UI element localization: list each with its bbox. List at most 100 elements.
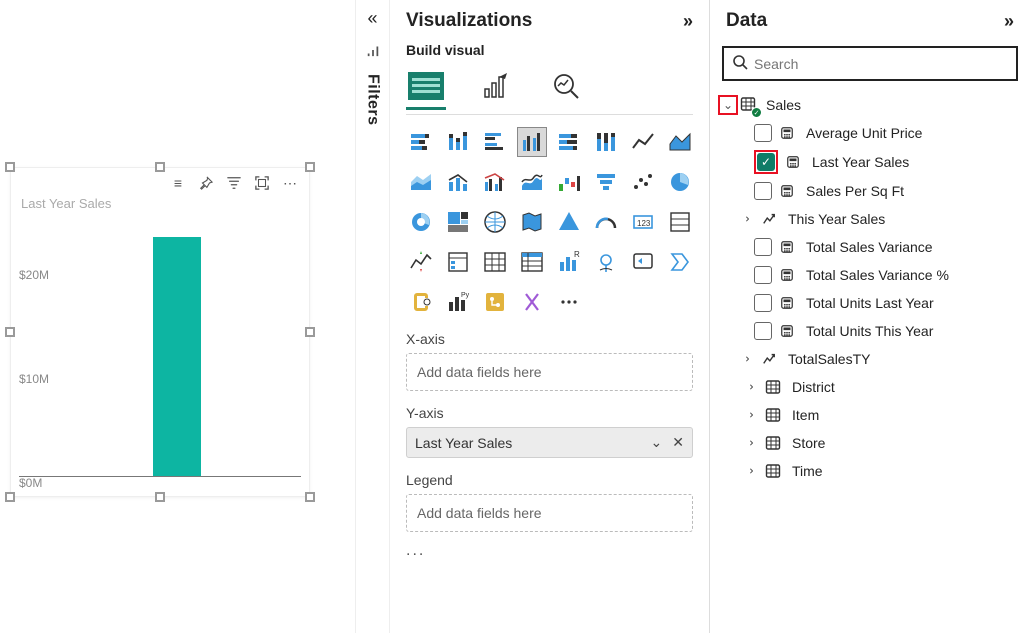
focus-icon[interactable] bbox=[253, 174, 271, 192]
table-row[interactable]: ⌄Store bbox=[718, 429, 1022, 457]
build-visual-tab[interactable] bbox=[406, 66, 446, 106]
visual-type-funnel[interactable] bbox=[591, 167, 621, 197]
chart-bar[interactable] bbox=[153, 237, 201, 476]
visual-type-arcgis[interactable] bbox=[591, 247, 621, 277]
chevron-down-icon[interactable]: ⌄ bbox=[651, 434, 663, 451]
visual-type-card[interactable]: 123 bbox=[628, 207, 658, 237]
visual-type-100-stacked-column[interactable] bbox=[591, 127, 621, 157]
field-checkbox[interactable] bbox=[754, 294, 772, 312]
more-icon[interactable]: ⋯ bbox=[281, 174, 299, 192]
visual-type-paginated[interactable] bbox=[406, 287, 436, 317]
visual-type-more[interactable] bbox=[554, 287, 584, 317]
visual-type-line[interactable] bbox=[628, 127, 658, 157]
field-row[interactable]: ⌄This Year Sales bbox=[718, 205, 1022, 233]
field-checkbox[interactable] bbox=[754, 182, 772, 200]
visual-type-table[interactable] bbox=[480, 247, 510, 277]
table-icon bbox=[764, 434, 782, 452]
resize-handle[interactable] bbox=[305, 492, 315, 502]
visual-type-powerapps[interactable] bbox=[628, 247, 658, 277]
build-visual-label: Build visual bbox=[390, 36, 709, 62]
field-checkbox[interactable] bbox=[754, 322, 772, 340]
visual-type-filled-map[interactable] bbox=[517, 207, 547, 237]
resize-handle[interactable] bbox=[155, 162, 165, 172]
field-row[interactable]: Total Sales Variance % bbox=[718, 261, 1022, 289]
report-canvas[interactable]: ≡ ⋯ Last Year Sales $0M$10M$20M bbox=[0, 0, 355, 633]
visual-type-matrix[interactable] bbox=[517, 247, 547, 277]
visual-type-stacked-area[interactable] bbox=[406, 167, 436, 197]
field-row[interactable]: Total Sales Variance bbox=[718, 233, 1022, 261]
data-search-input[interactable] bbox=[754, 56, 1008, 72]
chevron-right-icon[interactable]: ⌄ bbox=[736, 352, 754, 366]
visual-type-clustered-column[interactable] bbox=[517, 127, 547, 157]
resize-handle[interactable] bbox=[5, 327, 15, 337]
analytics-tab[interactable] bbox=[546, 66, 586, 106]
pin-icon[interactable] bbox=[197, 174, 215, 192]
field-checkbox[interactable] bbox=[757, 153, 775, 171]
collapse-visualizations-icon[interactable]: » bbox=[683, 11, 693, 32]
field-row[interactable]: Sales Per Sq Ft bbox=[718, 177, 1022, 205]
visual-type-key-influencers[interactable] bbox=[480, 287, 510, 317]
visual-type-stacked-bar[interactable] bbox=[406, 127, 436, 157]
resize-handle[interactable] bbox=[5, 492, 15, 502]
data-search[interactable] bbox=[722, 46, 1018, 81]
field-row[interactable]: Average Unit Price bbox=[718, 119, 1022, 147]
legend-dropzone[interactable]: Add data fields here bbox=[406, 494, 693, 532]
visual-type-multi-row-card[interactable] bbox=[665, 207, 695, 237]
visual-type-line-clustered-column[interactable] bbox=[480, 167, 510, 197]
format-visual-tab[interactable] bbox=[476, 66, 516, 106]
visual-type-pie[interactable] bbox=[665, 167, 695, 197]
more-field-wells[interactable]: ... bbox=[390, 532, 709, 570]
field-label: Total Sales Variance bbox=[802, 239, 933, 255]
visual-type-scatter[interactable] bbox=[628, 167, 658, 197]
xaxis-dropzone[interactable]: Add data fields here bbox=[406, 353, 693, 391]
visual-type-r-visual[interactable]: R bbox=[554, 247, 584, 277]
field-row[interactable]: Total Units Last Year bbox=[718, 289, 1022, 317]
chevron-right-icon[interactable]: ⌄ bbox=[736, 212, 754, 226]
visual-type-waterfall[interactable] bbox=[554, 167, 584, 197]
resize-handle[interactable] bbox=[305, 327, 315, 337]
drag-icon[interactable]: ≡ bbox=[169, 174, 187, 192]
field-row[interactable]: Last Year Sales bbox=[718, 147, 1022, 177]
visual-type-python[interactable]: Py bbox=[443, 287, 473, 317]
field-checkbox[interactable] bbox=[754, 266, 772, 284]
visual-type-clustered-bar[interactable] bbox=[480, 127, 510, 157]
chevron-right-icon[interactable]: ⌄ bbox=[740, 464, 758, 478]
yaxis-field-pill[interactable]: Last Year Sales ⌄ ✕ bbox=[406, 427, 693, 458]
visual-type-treemap[interactable] bbox=[443, 207, 473, 237]
field-row[interactable]: Total Units This Year bbox=[718, 317, 1022, 345]
visual-type-slicer[interactable] bbox=[443, 247, 473, 277]
resize-handle[interactable] bbox=[305, 162, 315, 172]
chevron-down-icon[interactable]: ⌄ bbox=[718, 95, 738, 115]
filters-pane-collapsed[interactable]: « Filters bbox=[355, 0, 390, 633]
field-checkbox[interactable] bbox=[754, 124, 772, 142]
visual-type-kpi[interactable] bbox=[406, 247, 436, 277]
field-row[interactable]: ⌄TotalSalesTY bbox=[718, 345, 1022, 373]
visual-type-map[interactable] bbox=[480, 207, 510, 237]
visual-type-donut[interactable] bbox=[406, 207, 436, 237]
field-label: Average Unit Price bbox=[802, 125, 922, 141]
visual-type-decomposition-tree[interactable] bbox=[517, 287, 547, 317]
table-sales[interactable]: ⌄✓Sales bbox=[718, 91, 1022, 119]
chevron-right-icon[interactable]: ⌄ bbox=[740, 408, 758, 422]
remove-field-icon[interactable]: ✕ bbox=[672, 434, 684, 451]
filter-icon[interactable] bbox=[225, 174, 243, 192]
chart-visual[interactable]: ≡ ⋯ Last Year Sales $0M$10M$20M bbox=[10, 167, 310, 497]
resize-handle[interactable] bbox=[155, 492, 165, 502]
chevron-right-icon[interactable]: ⌄ bbox=[740, 380, 758, 394]
collapse-data-icon[interactable]: » bbox=[1004, 11, 1014, 32]
visual-type-power-automate[interactable] bbox=[665, 247, 695, 277]
visual-type-azure-map[interactable] bbox=[554, 207, 584, 237]
visual-type-stacked-column[interactable] bbox=[443, 127, 473, 157]
expand-filters-icon[interactable]: « bbox=[367, 8, 377, 29]
field-checkbox[interactable] bbox=[754, 238, 772, 256]
visual-type-area[interactable] bbox=[665, 127, 695, 157]
resize-handle[interactable] bbox=[5, 162, 15, 172]
visual-type-gauge[interactable] bbox=[591, 207, 621, 237]
table-row[interactable]: ⌄Time bbox=[718, 457, 1022, 485]
chevron-right-icon[interactable]: ⌄ bbox=[740, 436, 758, 450]
visual-type-line-stacked-column[interactable] bbox=[443, 167, 473, 197]
visual-type-100-stacked-bar[interactable] bbox=[554, 127, 584, 157]
visual-type-ribbon[interactable] bbox=[517, 167, 547, 197]
table-row[interactable]: ⌄Item bbox=[718, 401, 1022, 429]
table-row[interactable]: ⌄District bbox=[718, 373, 1022, 401]
